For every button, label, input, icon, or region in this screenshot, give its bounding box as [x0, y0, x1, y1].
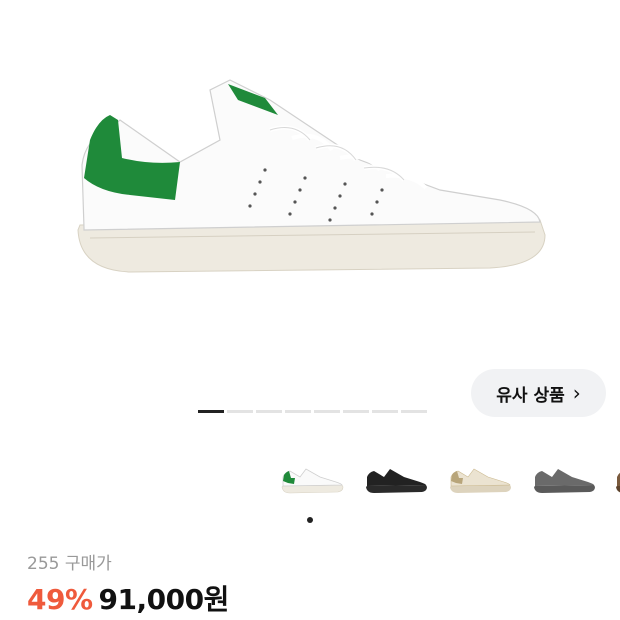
color-option-brown[interactable]	[610, 455, 620, 510]
pager-segment[interactable]	[401, 410, 427, 413]
color-option-cream[interactable]	[444, 455, 516, 510]
pager-segment[interactable]	[372, 410, 398, 413]
similar-products-label: 유사 상품	[496, 385, 565, 406]
thumbnail-sneaker-image	[281, 468, 344, 494]
pager-segment[interactable]	[343, 410, 369, 413]
thumbnail-sneaker-image	[534, 469, 595, 493]
pager-segment[interactable]	[227, 410, 253, 413]
product-image-area[interactable]	[0, 0, 620, 400]
thumbnail-sneaker-image	[616, 472, 620, 493]
image-pager	[198, 410, 427, 414]
product-sneaker-image	[77, 79, 546, 273]
selected-color-indicator	[307, 517, 313, 523]
similar-products-button[interactable]: 유사 상품 ›	[471, 369, 606, 417]
color-options	[270, 455, 620, 510]
color-option-white-green[interactable]	[276, 455, 348, 510]
purchase-count-label: 구매가	[64, 554, 112, 574]
chevron-right-icon: ›	[572, 381, 581, 405]
thumbnail-sneaker-image	[366, 469, 427, 493]
sale-price: 91,000원	[98, 583, 230, 616]
thumbnail-sneaker-image	[450, 468, 511, 493]
color-option-black[interactable]	[360, 455, 432, 510]
pager-segment[interactable]	[198, 410, 224, 413]
discount-rate: 49%	[27, 583, 93, 616]
color-option-grey[interactable]	[528, 455, 600, 510]
pager-segment[interactable]	[285, 410, 311, 413]
purchase-count: 255 구매가	[27, 549, 112, 574]
pager-segment[interactable]	[314, 410, 340, 413]
pager-segment[interactable]	[256, 410, 282, 413]
price-row: 49% 91,000원	[27, 578, 229, 618]
purchase-count-number: 255	[27, 554, 60, 574]
